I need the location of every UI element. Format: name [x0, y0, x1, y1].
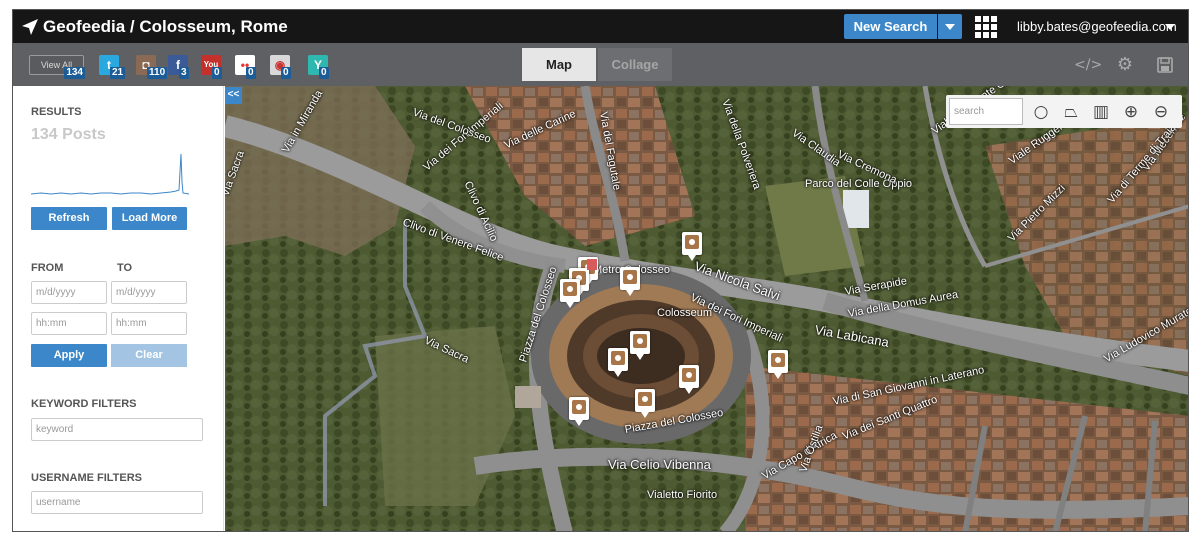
zoom-in-icon[interactable]: ⊕: [1118, 99, 1144, 125]
clear-button[interactable]: Clear: [111, 344, 187, 367]
navigation-arrow-icon: [22, 19, 38, 35]
view-all-count: 134: [64, 67, 85, 79]
post-marker[interactable]: [630, 331, 650, 360]
yammer-icon[interactable]: Y0: [308, 55, 329, 79]
facebook-count: 3: [179, 67, 189, 79]
twitter-count: 21: [110, 67, 126, 79]
map-toolbar: search ○ ⏢ ▥ ⊕ ⊖: [946, 95, 1182, 128]
instagram-count: 110: [147, 67, 168, 79]
keyword-input[interactable]: keyword: [31, 418, 203, 441]
results-heading: RESULTS: [31, 106, 82, 118]
tab-collage[interactable]: Collage: [598, 48, 672, 81]
to-date-field[interactable]: m/d/yyyy: [111, 281, 187, 304]
flickr-icon[interactable]: •• 0: [235, 55, 256, 79]
save-icon[interactable]: [1155, 55, 1175, 75]
street-label: Colosseum: [657, 307, 713, 319]
to-time-field[interactable]: hh:mm: [111, 312, 187, 335]
view-all-button[interactable]: View All 134: [29, 55, 85, 79]
post-marker[interactable]: [560, 279, 580, 308]
circle-tool-icon[interactable]: ○: [1028, 99, 1054, 125]
map-layers-icon[interactable]: ▥: [1088, 99, 1114, 125]
metro-icon: [587, 259, 597, 270]
gear-icon[interactable]: ⚙: [1115, 55, 1135, 75]
source-toolbar: View All 134 t 21 ◘ 110 f 3 You 0 •• 0 ◉ 0 Y 0 Map Co…: [13, 43, 1188, 86]
app-title: Geofeedia / Colosseum, Rome: [43, 17, 288, 36]
from-date-field[interactable]: m/d/yyyy: [31, 281, 107, 304]
street-label: Via Celio Vibenna: [608, 457, 711, 472]
picasa-icon[interactable]: ◉ 0: [270, 55, 291, 79]
yammer-count: 0: [319, 67, 329, 79]
user-menu-caret-icon[interactable]: [1165, 24, 1175, 30]
picasa-count: 0: [281, 67, 291, 79]
results-sparkline: [31, 153, 189, 195]
post-marker[interactable]: [768, 350, 788, 379]
new-search-dropdown-icon[interactable]: [938, 14, 962, 39]
youtube-icon[interactable]: You 0: [201, 55, 222, 79]
post-marker[interactable]: [569, 397, 589, 426]
from-time-field[interactable]: hh:mm: [31, 312, 107, 335]
satellite-map[interactable]: Via Nicola Salvi Via Labicana Via Celio Vi…: [225, 86, 1188, 531]
post-marker[interactable]: [635, 389, 655, 418]
keyword-filters-heading: KEYWORD FILTERS: [31, 398, 137, 410]
user-menu[interactable]: libby.bates@geofeedia.com: [1017, 19, 1177, 34]
username-input[interactable]: username: [31, 491, 203, 514]
to-label: TO: [117, 262, 133, 274]
apps-grid-icon[interactable]: [975, 16, 997, 38]
apply-button[interactable]: Apply: [31, 344, 107, 367]
code-icon[interactable]: </>: [1074, 55, 1102, 75]
username-filters-heading: USERNAME FILTERS: [31, 472, 143, 484]
tab-map[interactable]: Map: [522, 48, 596, 81]
app-window: Geofeedia / Colosseum, Rome New Search l…: [12, 9, 1189, 532]
zoom-out-icon[interactable]: ⊖: [1148, 99, 1174, 125]
post-marker[interactable]: [620, 267, 640, 296]
polygon-tool-icon[interactable]: ⏢: [1058, 99, 1084, 125]
top-bar: Geofeedia / Colosseum, Rome New Search l…: [13, 10, 1188, 43]
filter-sidebar: RESULTS 134 Posts Refresh Load More FROM…: [13, 86, 224, 531]
instagram-icon[interactable]: ◘ 110: [136, 55, 168, 79]
map-search-input[interactable]: search: [949, 98, 1023, 125]
post-marker[interactable]: [682, 232, 702, 261]
youtube-count: 0: [212, 67, 222, 79]
flickr-count: 0: [246, 67, 256, 79]
posts-count: 134 Posts: [31, 126, 106, 143]
street-label: Vialetto Fiorito: [647, 489, 718, 501]
post-marker[interactable]: [608, 348, 628, 377]
refresh-button[interactable]: Refresh: [31, 207, 107, 230]
post-marker[interactable]: [679, 365, 699, 394]
new-search-button[interactable]: New Search: [844, 14, 937, 39]
from-label: FROM: [31, 262, 64, 274]
facebook-icon[interactable]: f3: [168, 55, 189, 79]
twitter-icon[interactable]: t 21: [99, 55, 126, 79]
collapse-sidebar-button[interactable]: <<: [225, 87, 242, 104]
load-more-button[interactable]: Load More: [112, 207, 187, 230]
